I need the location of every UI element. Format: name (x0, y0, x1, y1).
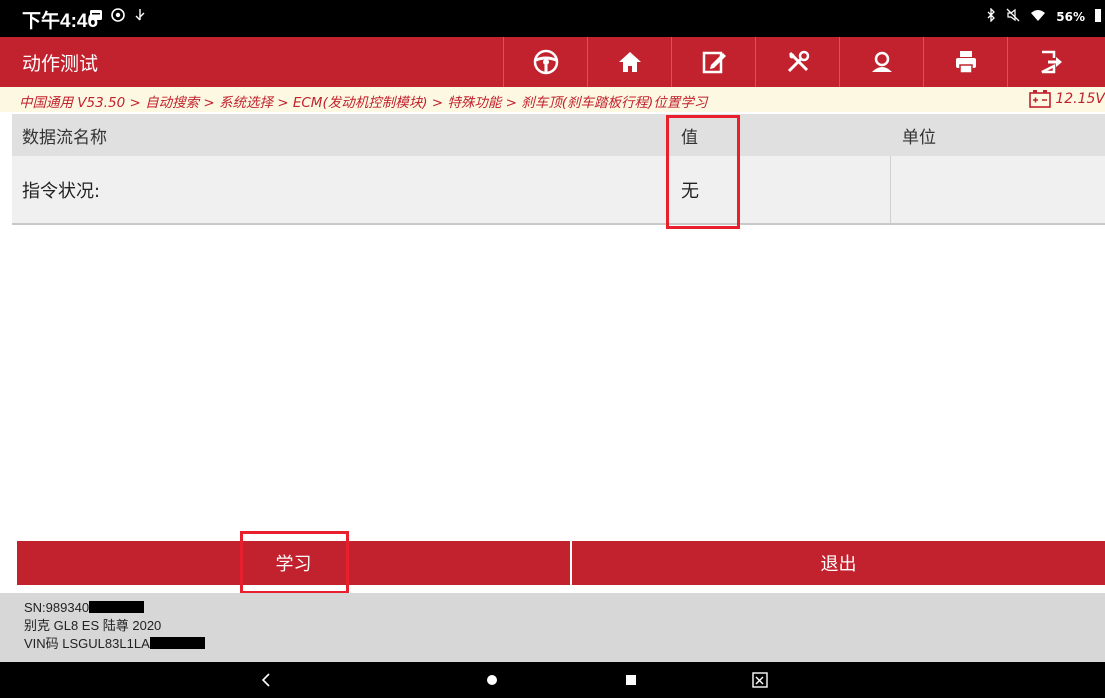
table-header: 数据流名称 值 单位 (12, 114, 1105, 156)
exit-button[interactable]: 退出 (570, 541, 1105, 585)
row-unit (890, 156, 1105, 223)
toolbar-exit-button[interactable] (1007, 37, 1091, 87)
home-dot-icon (487, 675, 497, 685)
nav-home-button[interactable] (462, 662, 522, 698)
breadcrumb-path: 中国通用 V53.50 > 自动搜索 > 系统选择 > ECM(发动机控制模块)… (19, 95, 708, 111)
action-bar: 学习 退出 (17, 541, 1105, 585)
serial-number-line: SN:989340 (24, 599, 1105, 617)
usb-icon (132, 7, 148, 27)
vin-number: VIN码 LSGUL83L1LA (24, 636, 150, 651)
toolbar-print-button[interactable] (923, 37, 1007, 87)
redaction-box (149, 637, 205, 649)
value-column-highlight (666, 115, 740, 229)
battery-percent: 56% (1056, 10, 1085, 24)
bluetooth-icon (986, 7, 996, 26)
gallery-icon (88, 7, 104, 27)
nav-back-button[interactable] (236, 662, 296, 698)
mute-icon (1006, 8, 1020, 26)
table-row[interactable]: 指令状况: 无 (12, 156, 1105, 225)
status-time: 下午4:46 (22, 11, 99, 32)
learn-button-highlight (240, 531, 349, 594)
vin-line: VIN码 LSGUL83L1LA (24, 635, 1105, 653)
row-name: 指令状况: (22, 180, 101, 202)
header-name: 数据流名称 (22, 127, 107, 148)
toolbar-steering-button[interactable] (503, 37, 587, 87)
header-unit: 单位 (902, 127, 936, 148)
redaction-box (89, 601, 145, 613)
page-title: 动作测试 (22, 53, 99, 75)
toolbar (503, 37, 1091, 87)
screenshot-icon (752, 672, 768, 688)
battery-icon (1095, 8, 1101, 26)
toolbar-edit-button[interactable] (671, 37, 755, 87)
recents-icon (626, 675, 636, 685)
nav-recents-button[interactable] (601, 662, 661, 698)
toolbar-tools-button[interactable] (755, 37, 839, 87)
tools-icon (787, 50, 809, 73)
data-stream-table: 数据流名称 值 单位 指令状况: 无 (12, 114, 1105, 225)
settings-icon (110, 7, 126, 27)
system-nav-bar (0, 662, 1105, 698)
app-header: 动作测试 (0, 37, 1105, 87)
nav-screenshot-button[interactable] (730, 662, 790, 698)
status-icons-left (88, 7, 148, 27)
exit-button-label: 退出 (820, 554, 857, 575)
device-info: SN:989340 别克 GL8 ES 陆尊 2020 VIN码 LSGUL83… (0, 593, 1105, 662)
steering-wheel-icon (533, 49, 558, 75)
vehicle-model: 别克 GL8 ES 陆尊 2020 (24, 618, 162, 633)
car-battery-icon (1029, 90, 1052, 108)
print-icon (955, 51, 976, 74)
voltage-indicator: 12.15V (1029, 90, 1105, 108)
toolbar-user-button[interactable] (839, 37, 923, 87)
app-screen: 下午4:46 56% 动作测试 中国通用 V53.50 > 自动搜索 > 系统选… (0, 0, 1105, 698)
voltage-value: 12.15V (1055, 91, 1105, 107)
breadcrumb: 中国通用 V53.50 > 自动搜索 > 系统选择 > ECM(发动机控制模块)… (0, 87, 1105, 112)
home-icon (618, 52, 641, 72)
user-icon (871, 51, 892, 72)
back-icon (261, 673, 270, 687)
status-icons-right: 56% (986, 7, 1101, 26)
toolbar-home-button[interactable] (587, 37, 671, 87)
status-bar: 下午4:46 56% (0, 0, 1105, 37)
exit-icon (1040, 50, 1062, 74)
serial-number: SN:989340 (24, 600, 90, 615)
edit-report-icon (702, 51, 726, 74)
wifi-icon (1030, 8, 1046, 26)
